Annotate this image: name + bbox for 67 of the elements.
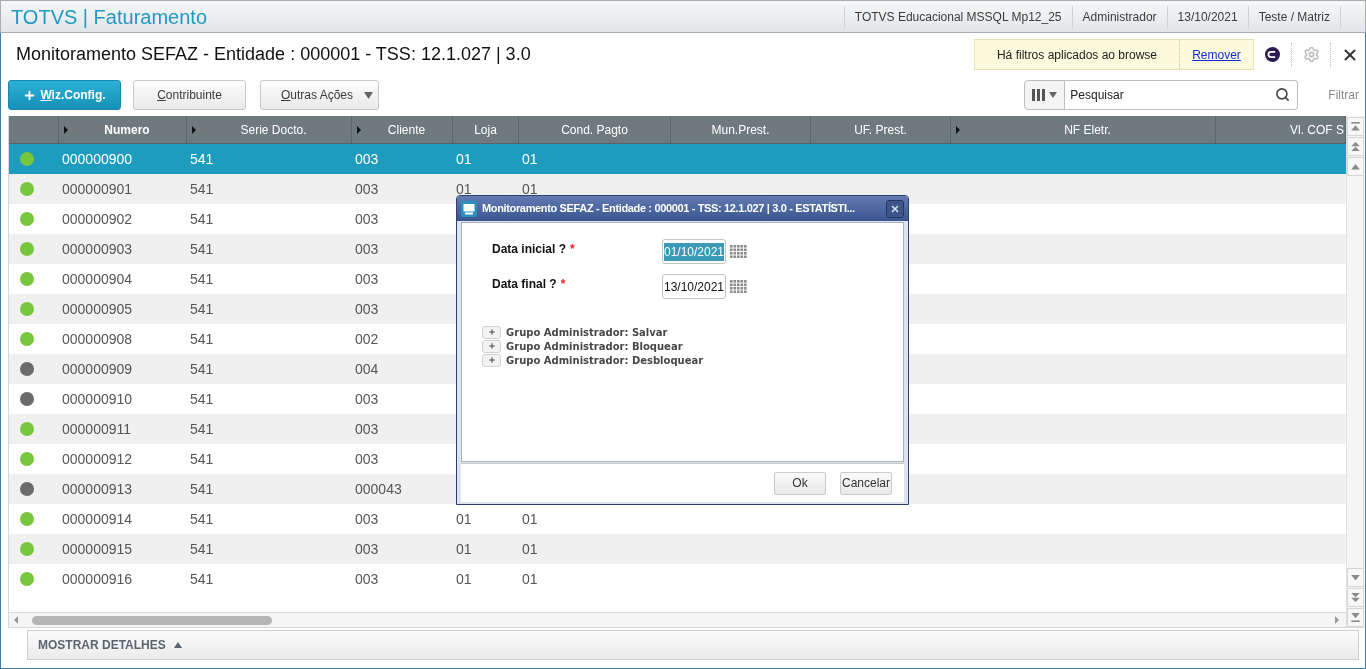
table-cell: 003 bbox=[355, 211, 379, 227]
table-cell: 541 bbox=[190, 211, 214, 227]
app-title: TOTVS | Faturamento bbox=[10, 6, 207, 27]
table-cell: 003 bbox=[355, 241, 379, 257]
table-cell: 000000911 bbox=[62, 421, 132, 437]
table-cell: 541 bbox=[190, 181, 214, 197]
table-cell: 003 bbox=[355, 541, 379, 557]
table-cell: 000000914 bbox=[62, 511, 133, 527]
table-cell: 01 bbox=[522, 151, 538, 167]
table-cell: 000000910 bbox=[62, 391, 133, 407]
table-cell: 000000904 bbox=[62, 271, 133, 287]
table-cell: 000043 bbox=[355, 481, 402, 497]
table-cell: 01 bbox=[522, 181, 538, 197]
table-cell: 541 bbox=[190, 571, 214, 587]
table-cell: 541 bbox=[190, 361, 214, 377]
table-cell: 003 bbox=[355, 511, 379, 527]
table-cell: 003 bbox=[355, 571, 379, 587]
table-cell: 000000903 bbox=[62, 241, 133, 257]
table-cell: 01 bbox=[456, 541, 472, 557]
table-cell: 000000915 bbox=[62, 541, 133, 557]
table-cell: 01 bbox=[456, 151, 472, 167]
page-title: Monitoramento SEFAZ - Entidade : 000001 - TSS: 12.1.027 | 3.0 bbox=[15, 43, 531, 66]
header-info: Administrador bbox=[1071, 5, 1167, 28]
table-cell: 01 bbox=[456, 511, 472, 527]
filter-notice-text: Há filtros aplicados ao browse bbox=[995, 46, 1159, 64]
table-cell: 003 bbox=[355, 391, 379, 407]
table-cell: 01 bbox=[456, 571, 472, 587]
table-cell: 000000905 bbox=[62, 301, 133, 317]
field-label: Data final ? bbox=[492, 276, 557, 293]
required-mark: * bbox=[560, 276, 566, 293]
table-cell: 541 bbox=[190, 241, 214, 257]
dialog-title: Monitoramento SEFAZ - Entidade : 000001 - TSS: 12.1.027 | 3.0 - ESTATÍSTI... bbox=[482, 201, 855, 217]
table-cell: 003 bbox=[355, 271, 379, 287]
table-cell: 541 bbox=[190, 511, 214, 527]
table-cell: 541 bbox=[190, 451, 214, 467]
table-cell: 541 bbox=[190, 301, 214, 317]
table-cell: 01 bbox=[522, 511, 538, 527]
header-info: 13/10/2021 bbox=[1166, 5, 1248, 28]
table-cell: 541 bbox=[190, 481, 214, 497]
table-cell: 000000901 bbox=[62, 181, 133, 197]
table-cell: 000000908 bbox=[62, 331, 133, 347]
table-cell: 541 bbox=[190, 271, 214, 287]
required-mark: * bbox=[570, 241, 575, 258]
table-cell: 000000912 bbox=[62, 451, 133, 467]
field-label: Data inicial ? bbox=[492, 241, 567, 258]
table-cell: 01 bbox=[522, 571, 538, 587]
table-cell: 000000902 bbox=[62, 211, 133, 227]
table-cell: 003 bbox=[355, 451, 379, 467]
table-cell: 004 bbox=[355, 361, 379, 377]
table-cell: 003 bbox=[355, 421, 379, 437]
table-cell: 541 bbox=[190, 151, 214, 167]
table-cell: 000000916 bbox=[62, 571, 133, 587]
table-cell: 541 bbox=[190, 331, 214, 347]
table-cell: 01 bbox=[456, 181, 472, 197]
table-cell: 003 bbox=[355, 301, 379, 317]
table-cell: 541 bbox=[190, 421, 214, 437]
table-cell: 002 bbox=[355, 331, 379, 347]
table-cell: 003 bbox=[355, 151, 379, 167]
table-cell: 541 bbox=[190, 541, 214, 557]
header-info: TOTVS Educacional MSSQL Mp12_25 bbox=[843, 5, 1072, 28]
table-cell: 003 bbox=[355, 181, 379, 197]
header-info: Teste / Matriz bbox=[1247, 5, 1341, 28]
table-cell: 000000909 bbox=[62, 361, 133, 377]
table-cell: 01 bbox=[522, 541, 538, 557]
table-cell: 000000900 bbox=[62, 151, 133, 167]
table-cell: 000000913 bbox=[62, 481, 133, 497]
table-cell: 541 bbox=[190, 391, 214, 407]
